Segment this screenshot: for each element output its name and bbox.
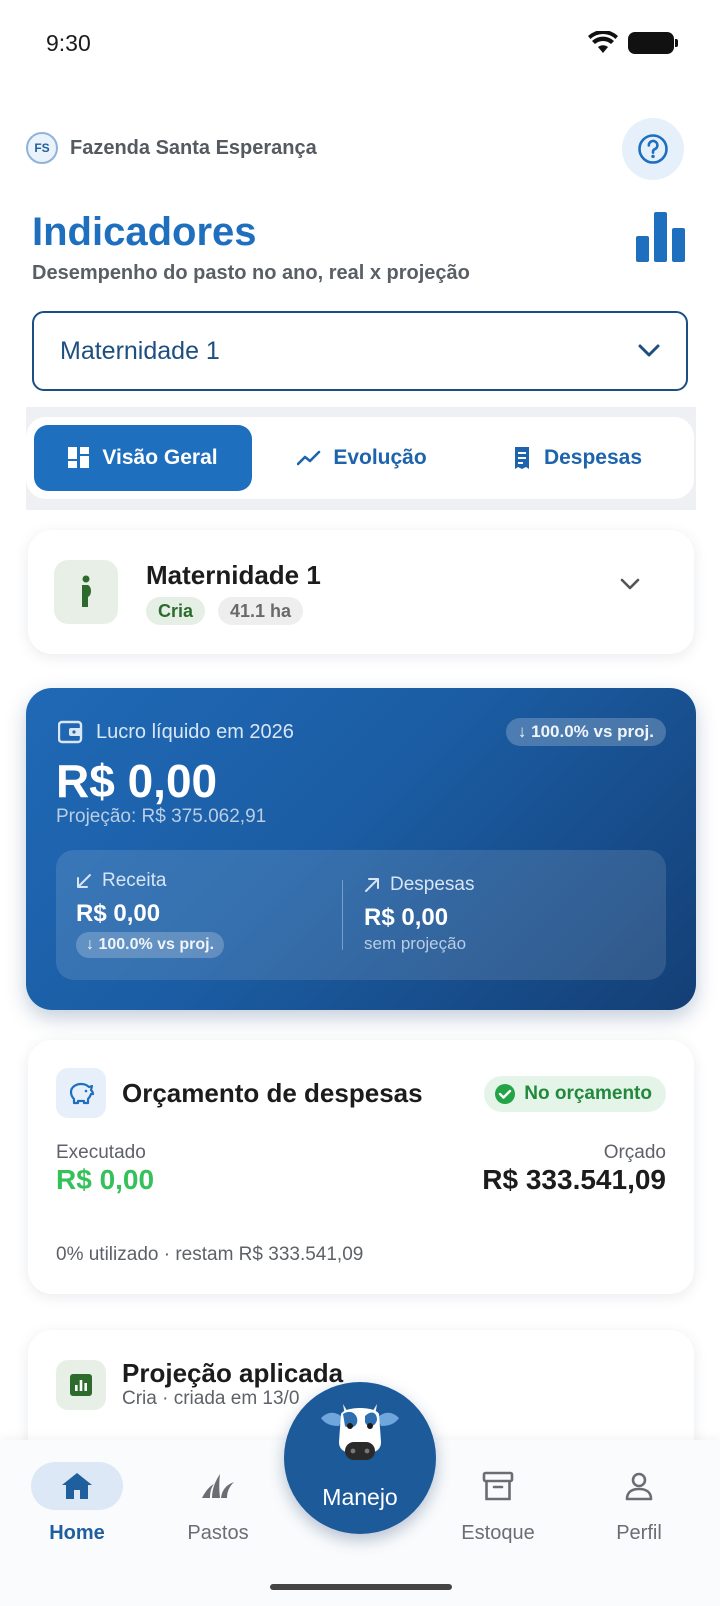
help-icon	[638, 134, 668, 164]
category-chip: Cria	[146, 597, 206, 625]
cow-icon	[321, 1404, 399, 1460]
breakdown-divider	[342, 880, 343, 950]
farm-name: Fazenda Santa Esperança	[70, 136, 317, 159]
nav-label: Home	[49, 1522, 105, 1544]
nav-icon-container	[593, 1462, 685, 1510]
nav-icon-container	[31, 1462, 123, 1510]
receipt-icon	[514, 447, 529, 469]
home-indicator	[270, 1584, 452, 1590]
bar-chart-icon	[636, 212, 685, 262]
nav-estoque[interactable]: Estoque	[443, 1462, 553, 1545]
tab-despesas[interactable]: Despesas	[472, 425, 682, 491]
nav-icon-container	[172, 1462, 264, 1510]
pasture-dropdown[interactable]: Maternidade 1	[32, 311, 688, 391]
arrow-down-left-icon	[77, 874, 91, 888]
nav-label: Perfil	[616, 1522, 662, 1544]
nav-perfil[interactable]: Perfil	[584, 1462, 694, 1545]
tab-label: Visão Geral	[102, 446, 218, 469]
chevron-down-icon[interactable]	[620, 578, 640, 590]
expenses-column: Despesas R$ 0,00 sem projeção	[364, 850, 644, 980]
projection-title: Projeção aplicada	[122, 1358, 344, 1388]
profit-label: Lucro líquido em 2026	[96, 720, 294, 743]
net-profit-card: Lucro líquido em 2026 ↓ 100.0% vs proj. …	[26, 688, 696, 1010]
home-icon	[62, 1473, 92, 1499]
nav-label: Estoque	[461, 1522, 535, 1544]
tab-evolucao[interactable]: Evolução	[252, 425, 472, 491]
nav-pastos[interactable]: Pastos	[163, 1462, 273, 1545]
budget-status-badge: No orçamento	[484, 1076, 666, 1112]
profit-projection: Projeção: R$ 375.062,91	[56, 806, 267, 827]
area-chip: 41.1 ha	[218, 597, 304, 625]
tab-label: Despesas	[543, 446, 643, 469]
profit-label-row: Lucro líquido em 2026	[58, 720, 294, 744]
budget-status-label: No orçamento	[524, 1083, 652, 1104]
arrow-up-right-icon	[365, 878, 379, 892]
expenses-value: R$ 0,00	[364, 904, 449, 931]
status-bar: 9:30	[0, 0, 720, 86]
revenue-label: Receita	[102, 870, 167, 891]
help-button[interactable]	[622, 118, 684, 180]
piggy-bank-icon	[69, 1082, 95, 1105]
manejo-label: Manejo	[322, 1484, 398, 1510]
pasture-card[interactable]: Maternidade 1 Cria 41.1 ha	[28, 530, 694, 654]
budgeted-label: Orçado	[603, 1142, 666, 1163]
tab-label: Evolução	[333, 446, 427, 469]
nav-icon-container	[452, 1462, 544, 1510]
revenue-column: Receita R$ 0,00 ↓ 100.0% vs proj.	[76, 850, 346, 980]
grass-icon	[202, 1474, 234, 1498]
battery-icon	[628, 32, 678, 54]
profit-value: R$ 0,00	[56, 755, 218, 807]
page-subtitle: Desempenho do pasto no ano, real x proje…	[32, 262, 470, 284]
farm-selector[interactable]: FS Fazenda Santa Esperança	[26, 132, 317, 164]
revenue-value: R$ 0,00	[76, 900, 161, 927]
nav-label: Pastos	[187, 1522, 249, 1544]
projection-subtitle: Cria · criada em 13/0	[122, 1388, 300, 1409]
farm-avatar: FS	[26, 132, 58, 164]
check-circle-icon	[495, 1084, 516, 1104]
wifi-icon	[588, 31, 618, 53]
revenue-variance-badge: ↓ 100.0% vs proj.	[76, 932, 225, 958]
wallet-icon	[58, 720, 83, 744]
page-title: Indicadores	[32, 210, 257, 254]
expenses-label-row: Despesas	[364, 874, 475, 896]
manejo-button[interactable]: Manejo	[284, 1382, 436, 1534]
pasture-name: Maternidade 1	[146, 560, 321, 590]
status-time: 9:30	[46, 30, 91, 56]
pasture-icon-box	[54, 560, 118, 624]
executed-value: R$ 0,00	[56, 1164, 155, 1195]
revenue-label-row: Receita	[76, 870, 166, 892]
trend-line-icon	[297, 450, 321, 466]
pasture-dropdown-value: Maternidade 1	[60, 336, 220, 365]
budget-usage-text: 0% utilizado · restam R$ 333.541,09	[56, 1244, 364, 1265]
analytics-icon	[70, 1374, 92, 1396]
person-icon	[625, 1472, 653, 1501]
chevron-down-icon	[638, 344, 660, 357]
executed-label: Executado	[56, 1142, 146, 1163]
dashboard-icon	[68, 447, 90, 468]
budget-title: Orçamento de despesas	[122, 1078, 423, 1108]
tab-visao-geral[interactable]: Visão Geral	[34, 425, 252, 491]
archive-box-icon	[482, 1471, 514, 1501]
expenses-label: Despesas	[390, 874, 475, 895]
budgeted-value: R$ 333.541,09	[482, 1164, 666, 1195]
pregnant-cow-icon	[82, 575, 91, 607]
nav-home[interactable]: Home	[22, 1462, 132, 1545]
expense-budget-card: Orçamento de despesas No orçamento Execu…	[28, 1040, 694, 1294]
profit-breakdown: Receita R$ 0,00 ↓ 100.0% vs proj. Despes…	[56, 850, 666, 980]
budget-icon-box	[56, 1068, 106, 1118]
view-tabs: Visão Geral Evolução Despesas	[26, 417, 694, 499]
expenses-note: sem projeção	[364, 934, 467, 953]
projection-icon-box	[56, 1360, 106, 1410]
profit-variance-badge: ↓ 100.0% vs proj.	[505, 718, 666, 746]
